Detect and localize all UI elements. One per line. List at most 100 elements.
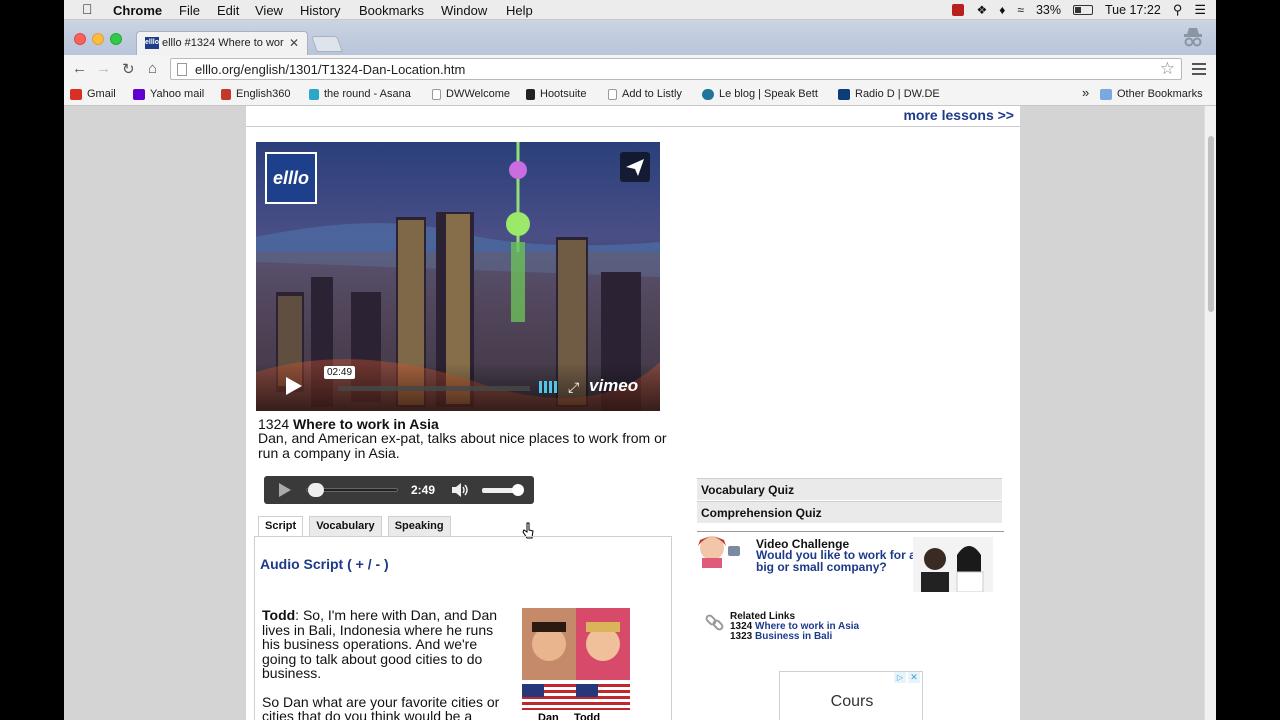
bookmark-hootsuite[interactable]: Hootsuite — [526, 88, 586, 100]
dropbox-icon[interactable]: ❖ — [976, 3, 987, 17]
bookmark-add-to-listly[interactable]: Add to Listly — [608, 88, 682, 100]
bookmark-label: Gmail — [87, 88, 116, 100]
bookmark-label: English360 — [236, 88, 291, 100]
dw-icon — [838, 88, 850, 100]
bookmark-label: the round - Asana — [324, 88, 411, 100]
bookmark-label: DWWelcome — [446, 88, 510, 100]
menu-file[interactable]: File — [179, 3, 200, 18]
chrome-menu-icon[interactable] — [1192, 63, 1206, 75]
notification-bell-icon[interactable]: ♦ — [999, 3, 1005, 17]
audio-script-toggle[interactable]: Audio Script ( + / - ) — [260, 556, 389, 572]
video-play-icon[interactable] — [286, 377, 302, 395]
audio-time: 2:49 — [411, 483, 436, 497]
page-scrollbar[interactable] — [1204, 106, 1216, 720]
hd-bars-icon[interactable] — [539, 380, 561, 394]
new-tab-button[interactable] — [311, 36, 343, 52]
page-icon — [432, 88, 441, 100]
menu-view[interactable]: View — [255, 3, 283, 18]
chrome-tabstrip: elllo elllo #1324 Where to work ✕ — [64, 21, 1216, 55]
bookmark-english360[interactable]: English360 — [221, 88, 290, 100]
speaker-photos: Dan Todd — [522, 608, 630, 720]
video-progress-track[interactable] — [338, 386, 530, 391]
other-bookmarks-label: Other Bookmarks — [1117, 88, 1203, 100]
menu-app-name[interactable]: Chrome — [113, 3, 162, 18]
tab-vocabulary[interactable]: Vocabulary — [309, 516, 382, 536]
related-link-title[interactable]: Business in Bali — [755, 631, 832, 642]
apple-icon[interactable]:  — [82, 1, 93, 17]
tab-elllo[interactable]: elllo elllo #1324 Where to work ✕ — [136, 31, 308, 55]
bookmark-dwwelcome[interactable]: DWWelcome — [432, 88, 510, 100]
other-bookmarks[interactable]: Other Bookmarks — [1100, 88, 1203, 100]
share-send-icon[interactable] — [620, 152, 650, 182]
address-url[interactable]: elllo.org/english/1301/T1324-Dan-Locatio… — [195, 62, 465, 77]
script-paragraph: So Dan what are your favorite cities or … — [262, 693, 500, 720]
divider — [246, 126, 1020, 127]
elllo-favicon-icon: elllo — [145, 37, 159, 49]
speaker-volume-icon[interactable] — [451, 482, 469, 498]
volume-knob[interactable] — [512, 484, 524, 496]
wordpress-icon — [702, 88, 714, 100]
notification-center-icon[interactable]: ☰ — [1194, 2, 1206, 18]
vocabulary-quiz-link[interactable]: Vocabulary Quiz — [697, 478, 1002, 500]
address-bar[interactable]: elllo.org/english/1301/T1324-Dan-Locatio… — [170, 58, 1182, 80]
script-paragraph: Todd: So, I'm here with Dan, and Dan liv… — [262, 608, 512, 681]
battery-icon[interactable] — [1072, 5, 1093, 15]
menu-history[interactable]: History — [300, 3, 340, 18]
bookmark-le-blog[interactable]: Le blog | Speak Bett — [702, 88, 818, 100]
bookmark-label: Radio D | DW.DE — [855, 88, 940, 100]
advertisement[interactable]: ▷ ✕ Cours — [779, 671, 923, 720]
people-photo-image — [913, 537, 993, 592]
minimize-window-button[interactable] — [92, 33, 104, 45]
bookmarks-overflow-chevron-icon[interactable]: » — [1082, 85, 1089, 100]
audio-progress-knob[interactable] — [308, 483, 324, 497]
ad-text[interactable]: Cours — [780, 693, 924, 711]
related-link-number: 1323 — [730, 631, 753, 642]
speaker-captions: Dan Todd — [538, 712, 601, 720]
vimeo-logo[interactable]: vimeo — [589, 376, 638, 396]
video-challenge-question[interactable]: Would you like to work for a big or smal… — [756, 549, 916, 573]
adchoices-icon[interactable]: ▷ — [894, 672, 906, 683]
more-lessons-link[interactable]: more lessons >> — [903, 107, 1014, 123]
menu-window[interactable]: Window — [441, 3, 487, 18]
tab-speaking[interactable]: Speaking — [387, 516, 451, 536]
comprehension-quiz-link[interactable]: Comprehension Quiz — [697, 501, 1002, 523]
zoom-window-button[interactable] — [110, 33, 122, 45]
back-arrow-icon[interactable]: ← — [72, 60, 87, 77]
bookmark-star-icon[interactable]: ☆ — [1160, 59, 1175, 79]
tab-script[interactable]: Script — [258, 516, 304, 536]
audio-play-icon[interactable] — [279, 483, 291, 497]
close-window-button[interactable] — [74, 33, 86, 45]
menu-edit[interactable]: Edit — [217, 3, 239, 18]
hootsuite-icon — [526, 88, 535, 100]
related-link-1323[interactable]: 1323 Business in Bali — [730, 631, 832, 642]
script-line: : So, I'm here with Dan, and Dan lives i… — [262, 607, 498, 681]
menu-help[interactable]: Help — [506, 3, 533, 18]
page-content: more lessons >> elllo 02:49 ⤢ vimeo 1324… — [246, 106, 1020, 720]
forward-arrow-icon[interactable]: → — [96, 60, 111, 77]
home-icon[interactable]: ⌂ — [148, 60, 157, 77]
menu-bookmarks[interactable]: Bookmarks — [359, 3, 424, 18]
bookmark-yahoo-mail[interactable]: Yahoo mail — [133, 88, 204, 100]
spotlight-search-icon[interactable]: ⚲ — [1173, 2, 1183, 18]
divider — [697, 531, 1004, 532]
close-ad-icon[interactable]: ✕ — [908, 672, 920, 683]
recording-icon[interactable] — [952, 4, 965, 16]
video-challenge-photo[interactable] — [913, 537, 993, 592]
video-time-badge: 02:49 — [324, 366, 356, 379]
bookmarks-bar: Gmail Yahoo mail English360 the round - … — [64, 84, 1216, 106]
chrome-toolbar: ← → ↻ ⌂ elllo.org/english/1301/T1324-Dan… — [64, 55, 1216, 84]
fullscreen-icon[interactable]: ⤢ — [568, 379, 579, 396]
reload-icon[interactable]: ↻ — [122, 60, 135, 78]
vimeo-video-player[interactable]: elllo 02:49 ⤢ vimeo — [256, 142, 660, 411]
bookmark-radio-d[interactable]: Radio D | DW.DE — [838, 88, 940, 100]
folder-icon — [1100, 88, 1112, 100]
elllo-logo[interactable]: elllo — [265, 152, 317, 204]
wifi-icon[interactable]: ≈ — [1017, 3, 1024, 17]
close-tab-icon[interactable]: ✕ — [289, 36, 299, 50]
menubar-clock[interactable]: Tue 17:22 — [1105, 3, 1161, 17]
scrollbar-thumb[interactable] — [1208, 136, 1214, 312]
bookmark-label: Add to Listly — [622, 88, 682, 100]
mac-menubar:  Chrome File Edit View History Bookmark… — [64, 0, 1216, 20]
bookmark-asana[interactable]: the round - Asana — [309, 88, 411, 100]
bookmark-gmail[interactable]: Gmail — [70, 88, 116, 100]
